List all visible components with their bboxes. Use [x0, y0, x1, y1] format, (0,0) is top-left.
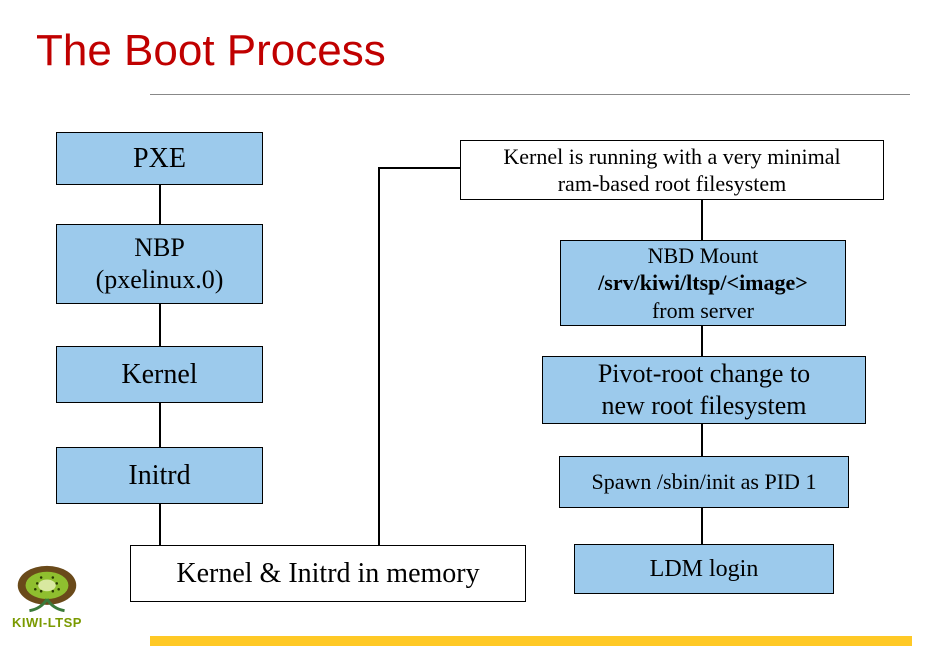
- box-pivot-root: Pivot-root change to new root filesystem: [542, 356, 866, 424]
- box-kernel-initrd-memory: Kernel & Initrd in memory: [130, 545, 526, 602]
- conn-pivot-spawn: [701, 424, 703, 456]
- conn-mem-up-h: [378, 167, 462, 169]
- nbp-line1: NBP: [96, 232, 224, 265]
- conn-mem-up-v: [378, 199, 380, 545]
- nbd-line2: /srv/kiwi/ltsp/<image>: [598, 269, 808, 297]
- nbp-line2: (pxelinux.0): [96, 264, 224, 297]
- page-title: The Boot Process: [36, 26, 386, 76]
- logo-text: KIWI-LTSP: [8, 615, 86, 630]
- conn-kernel-initrd: [159, 403, 161, 447]
- conn-nbp-kernel: [159, 304, 161, 346]
- conn-pxe-nbp: [159, 185, 161, 224]
- box-nbp: NBP (pxelinux.0): [56, 224, 263, 304]
- pivot-line2: new root filesystem: [598, 390, 810, 423]
- box-kernel: Kernel: [56, 346, 263, 403]
- nbd-line3: from server: [598, 297, 808, 325]
- conn-mem-up-v2: [378, 168, 380, 199]
- conn-ramroot-nbd: [701, 200, 703, 240]
- pivot-line1: Pivot-root change to: [598, 358, 810, 391]
- box-spawn-init: Spawn /sbin/init as PID 1: [559, 456, 849, 508]
- box-pxe: PXE: [56, 132, 263, 185]
- kiwi-icon: [8, 560, 86, 615]
- conn-spawn-ldm: [701, 508, 703, 544]
- title-underline: [150, 94, 910, 95]
- kiwi-ltsp-logo: KIWI-LTSP: [8, 560, 86, 630]
- conn-initrd-mem: [159, 504, 161, 545]
- footer-accent-bar: [150, 636, 912, 646]
- box-initrd: Initrd: [56, 447, 263, 504]
- box-ram-root: Kernel is running with a very minimal ra…: [460, 140, 884, 200]
- ram-root-line2: ram-based root filesystem: [503, 170, 840, 198]
- box-nbd-mount: NBD Mount /srv/kiwi/ltsp/<image> from se…: [560, 240, 846, 326]
- conn-nbd-pivot: [701, 326, 703, 356]
- nbd-line1: NBD Mount: [598, 242, 808, 270]
- ram-root-line1: Kernel is running with a very minimal: [503, 143, 840, 171]
- box-ldm-login: LDM login: [574, 544, 834, 594]
